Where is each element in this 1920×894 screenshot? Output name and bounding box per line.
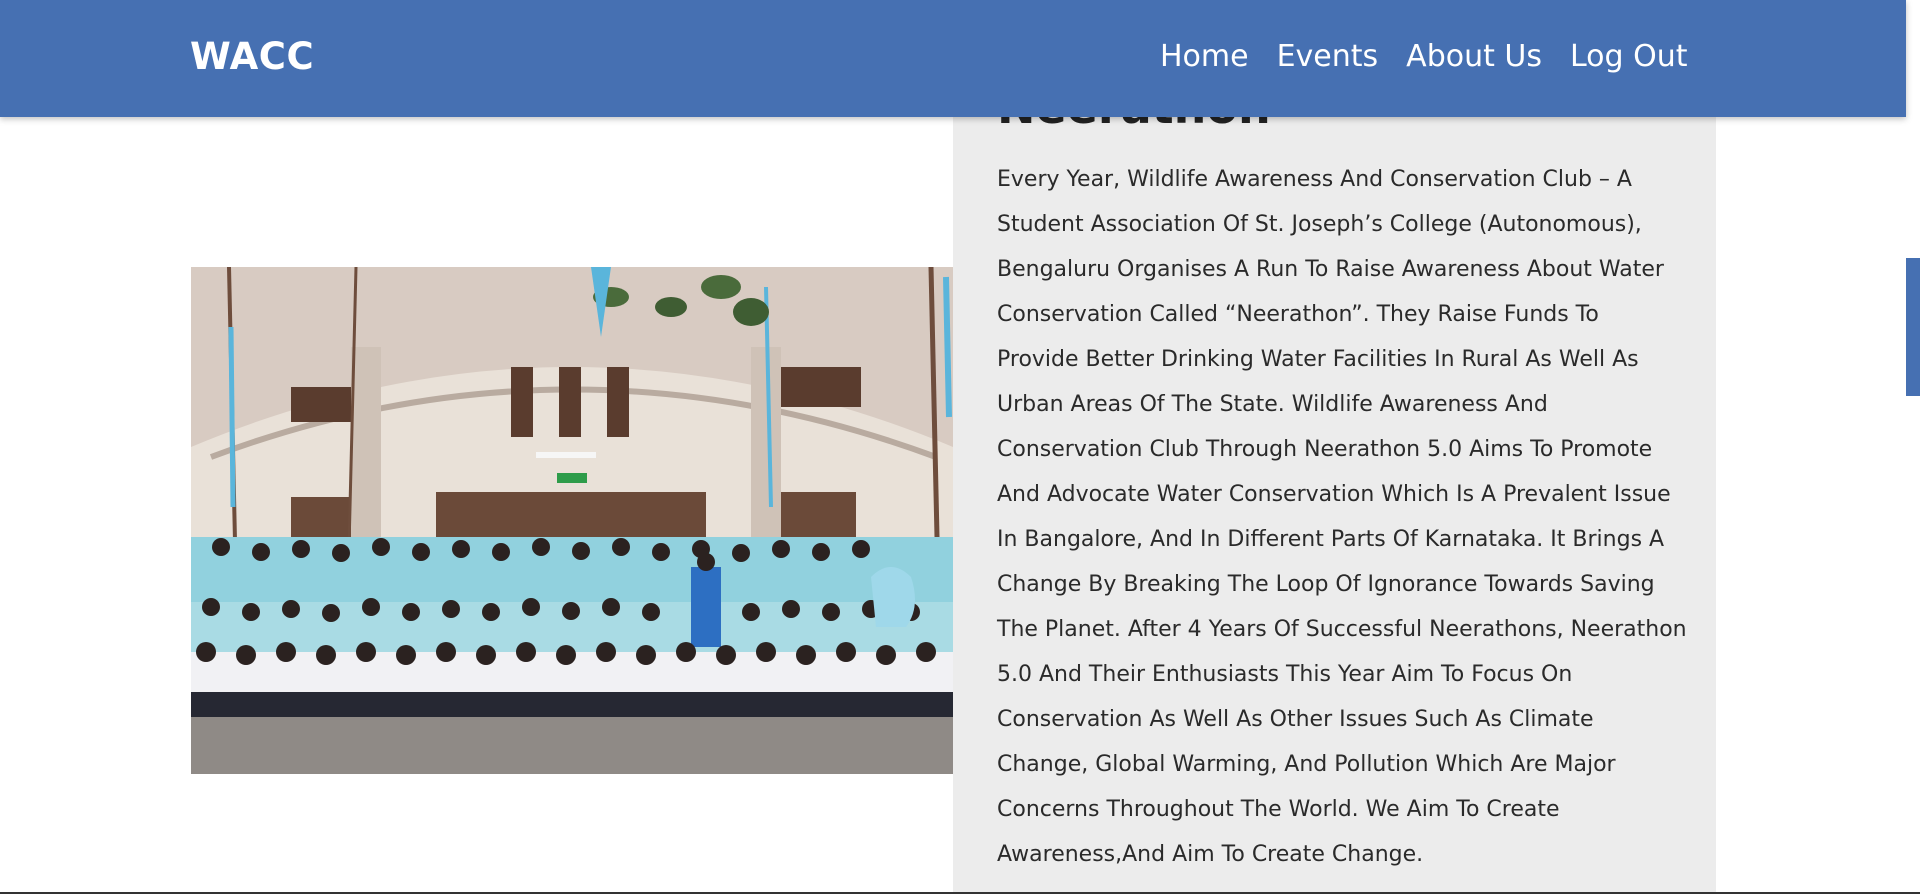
event-text-panel: Neerathon Every Year, Wildlife Awareness… — [953, 80, 1716, 894]
nav-menu: Home Events About Us Log Out — [1160, 39, 1688, 74]
side-scroll-tab[interactable] — [1906, 258, 1920, 396]
nav-about-link[interactable]: About Us — [1406, 39, 1542, 74]
nav-logout-link[interactable]: Log Out — [1570, 39, 1688, 74]
top-navbar: WACC Home Events About Us Log Out — [0, 0, 1906, 117]
event-group-photo — [191, 267, 953, 774]
nav-home-link[interactable]: Home — [1160, 39, 1249, 74]
brand-logo[interactable]: WACC — [190, 35, 314, 78]
nav-events-link[interactable]: Events — [1277, 39, 1379, 74]
event-description: Every Year, Wildlife Awareness And Conse… — [997, 167, 1687, 867]
